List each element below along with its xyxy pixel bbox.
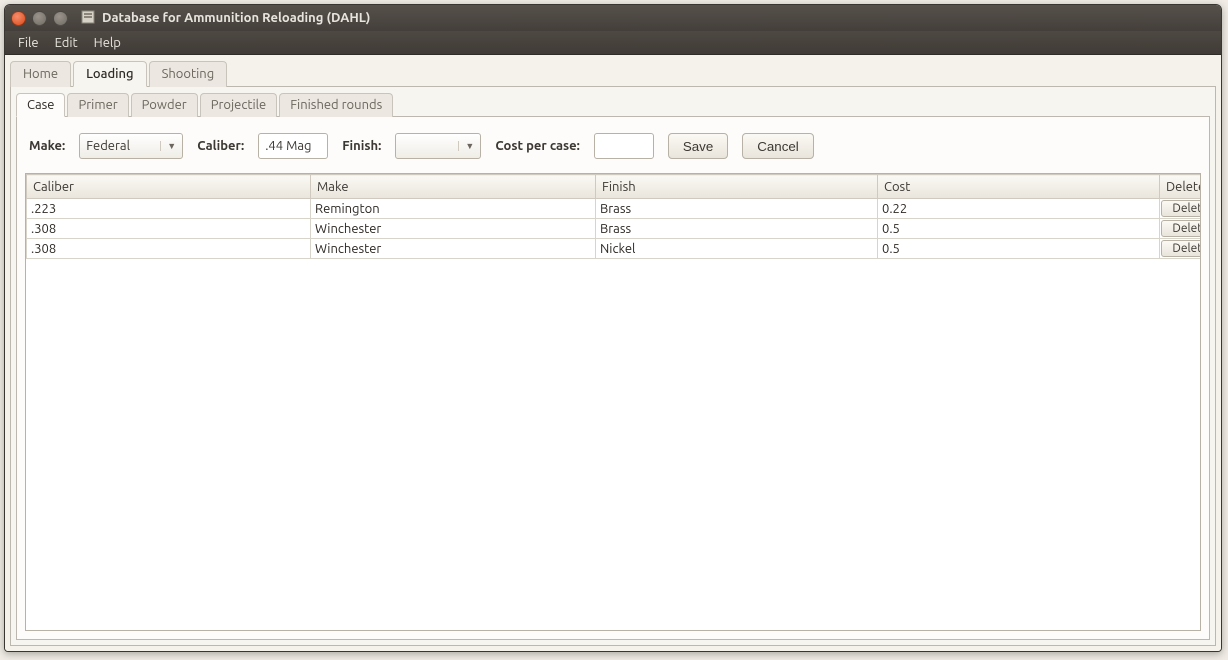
cell-finish: Brass <box>596 219 878 239</box>
caliber-value: .44 Mag <box>265 139 311 153</box>
finish-select[interactable]: ▼ <box>395 133 481 159</box>
table-header-row: Caliber Make Finish Cost Delete <box>27 175 1202 199</box>
case-panel: Make: Federal ▼ Caliber: .44 Mag Finish:… <box>16 117 1210 640</box>
main-tabbar: Home Loading Shooting <box>10 60 1216 87</box>
maximize-icon[interactable] <box>53 11 68 26</box>
make-label: Make: <box>29 139 65 153</box>
cell-finish: Nickel <box>596 239 878 259</box>
app-icon <box>80 9 96 28</box>
cost-label: Cost per case: <box>495 139 580 153</box>
sub-tabbar: Case Primer Powder Projectile Finished r… <box>16 92 1210 117</box>
cell-caliber: .223 <box>27 199 311 219</box>
chevron-down-icon: ▼ <box>458 141 474 151</box>
cell-caliber: .308 <box>27 239 311 259</box>
delete-button[interactable]: Delete <box>1161 200 1201 217</box>
cell-delete: Delete <box>1160 199 1202 219</box>
cell-make: Winchester <box>311 239 596 259</box>
window-title: Database for Ammunition Reloading (DAHL) <box>102 11 370 25</box>
table-row[interactable]: .223RemingtonBrass0.22Delete <box>27 199 1202 219</box>
menu-edit[interactable]: Edit <box>48 33 85 53</box>
titlebar: Database for Ammunition Reloading (DAHL) <box>5 5 1221 31</box>
caliber-label: Caliber: <box>197 139 244 153</box>
finish-label: Finish: <box>342 139 381 153</box>
make-select[interactable]: Federal ▼ <box>79 133 183 159</box>
cell-make: Winchester <box>311 219 596 239</box>
col-delete[interactable]: Delete <box>1160 175 1202 199</box>
menu-help[interactable]: Help <box>87 33 128 53</box>
cell-cost: 0.5 <box>878 219 1160 239</box>
case-table: Caliber Make Finish Cost Delete .223Remi… <box>25 173 1201 631</box>
content-area: Home Loading Shooting Case Primer Powder… <box>5 55 1221 651</box>
cell-delete: Delete <box>1160 219 1202 239</box>
cell-make: Remington <box>311 199 596 219</box>
app-window: Database for Ammunition Reloading (DAHL)… <box>4 4 1222 652</box>
cell-cost: 0.5 <box>878 239 1160 259</box>
subtab-case[interactable]: Case <box>16 93 65 117</box>
table-row[interactable]: .308WinchesterNickel0.5Delete <box>27 239 1202 259</box>
col-cost[interactable]: Cost <box>878 175 1160 199</box>
cell-caliber: .308 <box>27 219 311 239</box>
tab-shooting[interactable]: Shooting <box>149 61 228 87</box>
subtab-powder[interactable]: Powder <box>131 93 198 117</box>
chevron-down-icon: ▼ <box>160 141 176 151</box>
cancel-button[interactable]: Cancel <box>742 133 814 159</box>
cell-cost: 0.22 <box>878 199 1160 219</box>
subtab-finished-rounds[interactable]: Finished rounds <box>279 93 393 117</box>
case-form: Make: Federal ▼ Caliber: .44 Mag Finish:… <box>25 127 1201 173</box>
table-row[interactable]: .308WinchesterBrass0.5Delete <box>27 219 1202 239</box>
col-make[interactable]: Make <box>311 175 596 199</box>
tab-home[interactable]: Home <box>10 61 71 87</box>
menubar: File Edit Help <box>5 31 1221 55</box>
save-button[interactable]: Save <box>668 133 728 159</box>
cell-delete: Delete <box>1160 239 1202 259</box>
tab-loading[interactable]: Loading <box>73 61 147 87</box>
make-value: Federal <box>86 139 130 153</box>
close-icon[interactable] <box>11 11 26 26</box>
subtab-projectile[interactable]: Projectile <box>200 93 278 117</box>
delete-button[interactable]: Delete <box>1161 220 1201 237</box>
subtab-primer[interactable]: Primer <box>67 93 128 117</box>
col-caliber[interactable]: Caliber <box>27 175 311 199</box>
cost-input[interactable] <box>594 133 654 159</box>
cell-finish: Brass <box>596 199 878 219</box>
delete-button[interactable]: Delete <box>1161 240 1201 257</box>
menu-file[interactable]: File <box>11 33 46 53</box>
minimize-icon[interactable] <box>32 11 47 26</box>
caliber-input[interactable]: .44 Mag <box>258 133 328 159</box>
col-finish[interactable]: Finish <box>596 175 878 199</box>
loading-panel: Case Primer Powder Projectile Finished r… <box>10 87 1216 646</box>
